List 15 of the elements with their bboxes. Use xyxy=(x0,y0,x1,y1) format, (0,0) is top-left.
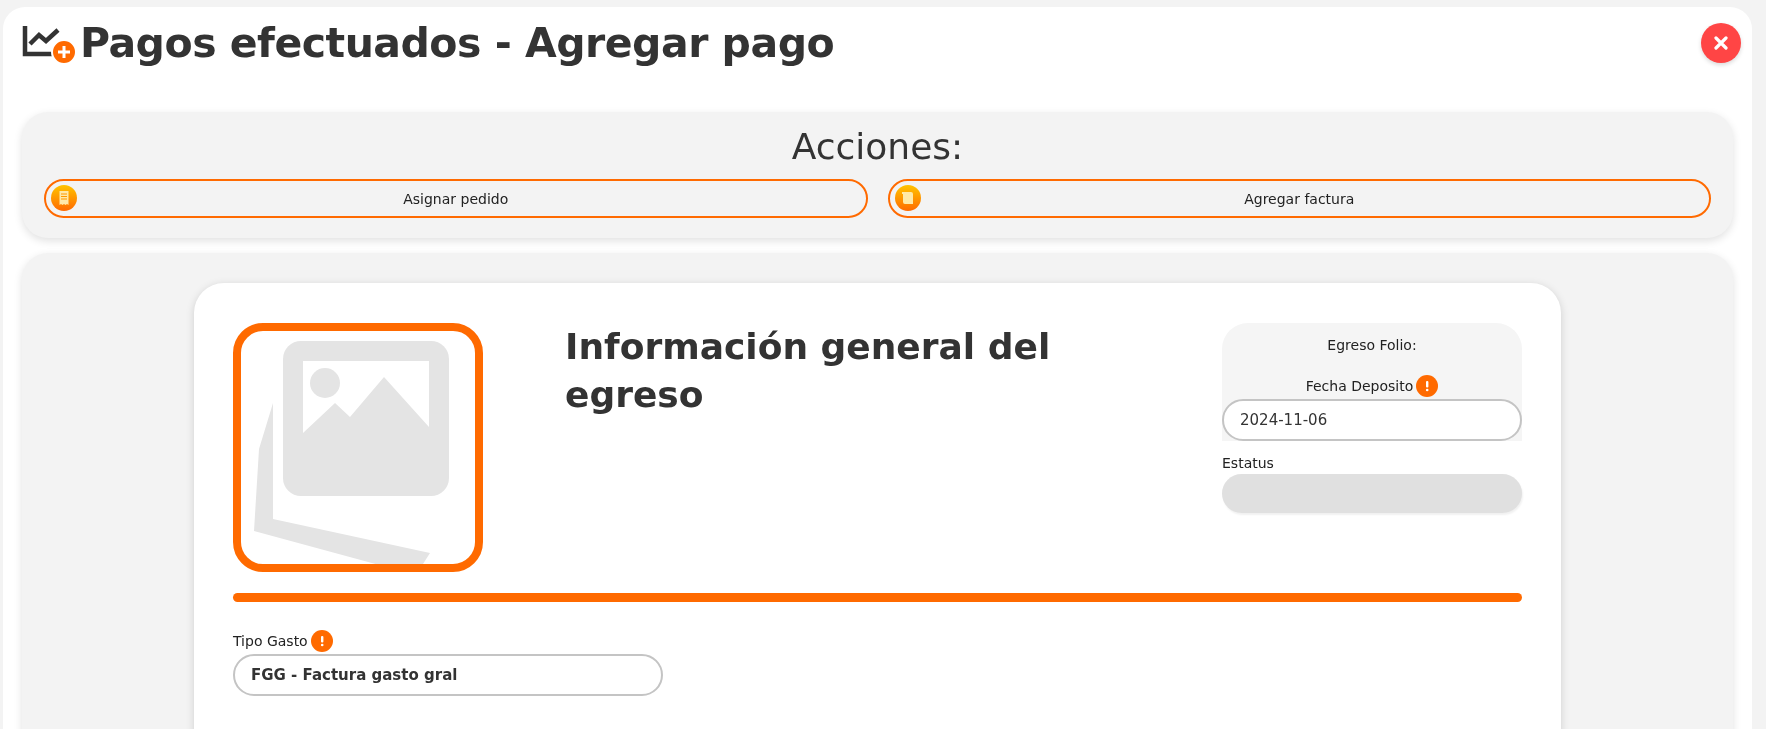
action-button[interactable]: Asignar pedido xyxy=(44,179,868,218)
receipt-icon xyxy=(51,185,77,211)
note-icon xyxy=(894,185,921,211)
close-button[interactable] xyxy=(1701,23,1741,63)
page-title: Pagos efectuados - Agregar pago xyxy=(80,19,835,67)
expense-type-field[interactable]: FGG - Factura gasto gral xyxy=(233,654,663,696)
close-icon xyxy=(1714,36,1728,50)
action-button[interactable]: Agregar factura xyxy=(887,179,1711,218)
section-heading: Información general del egreso xyxy=(565,325,1052,417)
field-label: Estatus xyxy=(1222,455,1275,471)
date-field[interactable]: 2024-11-06 xyxy=(1222,399,1522,441)
actions-heading: Acciones: xyxy=(791,126,964,167)
field-label: Tipo Gasto xyxy=(233,633,308,649)
field-label: Fecha Deposito xyxy=(1305,378,1414,394)
folio-label: Egreso Folio: xyxy=(1327,337,1417,353)
